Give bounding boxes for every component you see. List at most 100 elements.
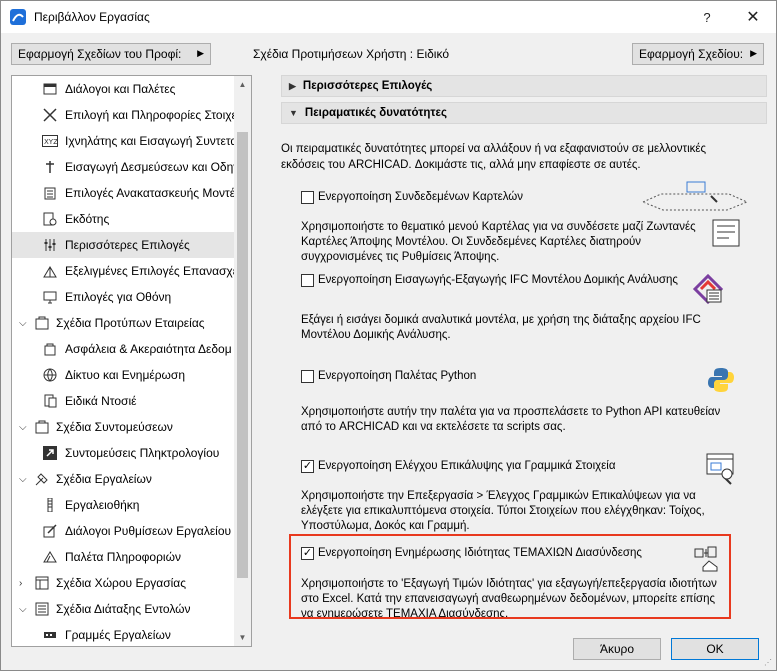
workspace-icon: [34, 575, 50, 591]
sidebar-scrollbar[interactable]: ▲ ▼: [234, 76, 251, 646]
linked-tabs-checkbox[interactable]: [301, 191, 314, 204]
sidebar-item-rebuild[interactable]: Επιλογές Ανακατασκευής Μοντέλ: [12, 180, 236, 206]
sidebar-item-label: Συντομεύσεις Πληκτρολογίου: [65, 446, 220, 460]
rebuild-icon: [42, 185, 58, 201]
sidebar-item-tracker[interactable]: XYZ Ιχνηλάτης και Εισαγωγή Συντεταγ: [12, 128, 236, 154]
chevron-right-icon: ▶: [750, 48, 757, 58]
screen-icon: [42, 289, 58, 305]
sidebar-item-toolbars[interactable]: Γραμμές Εργαλείων: [12, 622, 236, 646]
publisher-icon: [42, 211, 58, 227]
option-title: Ενεργοποίηση Παλέτας Python: [318, 370, 477, 382]
sidebar-item-redraw[interactable]: Εξελιγμένες Επιλογές Επανασχεδί: [12, 258, 236, 284]
more-options-icon: [42, 237, 58, 253]
sidebar-item-label: Ιχνηλάτης και Εισαγωγή Συντεταγ: [65, 134, 236, 148]
sidebar-item-workspace-schemes[interactable]: › Σχέδια Χώρου Εργασίας: [12, 570, 236, 596]
company-icon: [34, 315, 50, 331]
preferences-tree: Διάλογοι και Παλέτες Επιλογή και Πληροφο…: [11, 75, 252, 647]
sidebar-item-folders[interactable]: Ειδικά Ντοσιέ: [12, 388, 236, 414]
title-bar: Περιβάλλον Εργασίας ? ✕: [1, 1, 776, 33]
overlap-check-checkbox[interactable]: ✓: [301, 460, 314, 473]
sidebar-item-safety[interactable]: Ασφάλεια & Ακεραιότητα Δεδομ: [12, 336, 236, 362]
sidebar-item-label: Εκδότης: [65, 212, 110, 226]
chevron-down-icon[interactable]: ⌵: [19, 318, 27, 329]
archicad-app-icon: [10, 9, 26, 25]
ifc-structural-checkbox[interactable]: [301, 274, 314, 287]
sidebar-item-label: Επιλογές Ανακατασκευής Μοντέλ: [65, 186, 236, 200]
experimental-intro-text: Οι πειραματικές δυνατότητες μπορεί να αλ…: [281, 143, 707, 171]
sidebar-item-label: Σχέδια Συντομεύσεων: [56, 420, 173, 434]
toolbox-icon: [42, 497, 58, 513]
section-experimental-header[interactable]: ▼ Πειραματικές δυνατότητες: [281, 102, 767, 124]
scrollbar-thumb[interactable]: [237, 132, 248, 578]
section-more-options-header[interactable]: ▶ Περισσότερες Επιλογές: [281, 75, 767, 97]
sidebar-item-info-palette[interactable]: Παλέτα Πληροφοριών: [12, 544, 236, 570]
section-title: Περισσότερες Επιλογές: [302, 80, 433, 92]
apply-profile-schemes-label: Εφαρμογή Σχεδίων του Προφί:: [18, 47, 182, 61]
linked-tabs-icon: [641, 181, 749, 247]
sidebar-item-label: Ειδικά Ντοσιέ: [65, 394, 137, 408]
redraw-icon: [42, 263, 58, 279]
python-palette-checkbox[interactable]: [301, 370, 314, 383]
option-title: Ενεργοποίηση Εισαγωγής-Εξαγωγής IFC Μοντ…: [318, 274, 678, 286]
apply-scheme-button[interactable]: Εφαρμογή Σχεδίου: ▶: [632, 43, 764, 65]
apply-profile-schemes-button[interactable]: Εφαρμογή Σχεδίων του Προφί: ▶: [11, 43, 211, 65]
overlap-check-icon: [706, 453, 734, 485]
resize-grip-icon[interactable]: ⋰: [764, 658, 774, 668]
sidebar-item-label: Ασφάλεια & Ακεραιότητα Δεδομ: [65, 342, 232, 356]
palettes-icon: [42, 81, 58, 97]
keyboard-icon: [42, 445, 58, 461]
sidebar-item-label: Σχέδια Χώρου Εργασίας: [56, 576, 187, 590]
highlight-box: [289, 534, 731, 619]
chevron-down-icon[interactable]: ⌵: [19, 604, 27, 615]
sidebar-item-dialogs-palettes[interactable]: Διάλογοι και Παλέτες: [12, 76, 236, 102]
selection-icon: [42, 107, 58, 123]
chevron-right-icon: ▶: [289, 80, 296, 91]
sidebar-item-publisher[interactable]: Εκδότης: [12, 206, 236, 232]
sidebar-item-tool-settings[interactable]: Διάλογοι Ρυθμίσεων Εργαλείου: [12, 518, 236, 544]
sidebar-item-label: Διάλογοι και Παλέτες: [65, 82, 176, 96]
scroll-up-icon[interactable]: ▲: [234, 76, 251, 93]
sidebar-item-label: Εξελιγμένες Επιλογές Επανασχεδί: [65, 264, 236, 278]
toolbars-icon: [42, 627, 58, 643]
preferences-window: Περιβάλλον Εργασίας ? ✕ Εφαρμογή Σχεδίων…: [0, 0, 777, 671]
folder-icon: [42, 393, 58, 409]
option-title: Ενεργοποίηση Ελέγχου Επικάλυψης για Γραμ…: [318, 460, 616, 472]
tracker-icon: XYZ: [42, 133, 58, 149]
sidebar-item-guides[interactable]: Εισαγωγή Δεσμεύσεων και Οδηγ: [12, 154, 236, 180]
sidebar-item-label: Παλέτα Πληροφοριών: [65, 550, 181, 564]
chevron-down-icon[interactable]: ⌵: [19, 474, 27, 485]
sidebar-item-label: Γραμμές Εργαλείων: [65, 628, 171, 642]
info-palette-icon: [42, 549, 58, 565]
sidebar-item-label: Διάλογοι Ρυθμίσεων Εργαλείου: [65, 524, 232, 538]
option-description: Χρησιμοποιήστε αυτήν την παλέτα για να π…: [301, 406, 721, 433]
option-description: Εξάγει ή εισάγει δομικά αναλυτικά μοντέλ…: [301, 314, 701, 341]
ifc-icon: [692, 273, 724, 305]
sidebar-item-network[interactable]: Δίκτυο και Ενημέρωση: [12, 362, 236, 388]
cancel-button[interactable]: Άκυρο: [573, 638, 661, 660]
sidebar-item-label: Εισαγωγή Δεσμεύσεων και Οδηγ: [65, 160, 236, 174]
sidebar-item-keyboard-shortcuts[interactable]: Συντομεύσεις Πληκτρολογίου: [12, 440, 236, 466]
ok-button[interactable]: OK: [671, 638, 759, 660]
help-button[interactable]: ?: [684, 1, 730, 33]
sidebar-item-selection[interactable]: Επιλογή και Πληροφορίες Στοιχε: [12, 102, 236, 128]
sidebar-item-label: Επιλογή και Πληροφορίες Στοιχε: [65, 108, 236, 122]
sidebar-item-company-schemes[interactable]: ⌵ Σχέδια Προτύπων Εταιρείας: [12, 310, 236, 336]
network-icon: [42, 367, 58, 383]
close-button[interactable]: ✕: [730, 1, 776, 33]
sidebar-item-shortcut-schemes[interactable]: ⌵ Σχέδια Συντομεύσεων: [12, 414, 236, 440]
chevron-down-icon: ▼: [289, 108, 298, 118]
sidebar-item-label: Εργαλειοθήκη: [65, 498, 140, 512]
scroll-down-icon[interactable]: ▼: [234, 629, 251, 646]
sidebar-item-more-options[interactable]: Περισσότερες Επιλογές: [12, 232, 236, 258]
tool-settings-icon: [42, 523, 58, 539]
sidebar-item-screen[interactable]: Επιλογές για Οθόνη: [12, 284, 236, 310]
sidebar-item-toolbox[interactable]: Εργαλειοθήκη: [12, 492, 236, 518]
command-layout-icon: [34, 601, 50, 617]
chevron-right-icon: ▶: [197, 48, 204, 58]
sidebar-item-label: Δίκτυο και Ενημέρωση: [65, 368, 185, 382]
sidebar-item-label: Περισσότερες Επιλογές: [65, 238, 190, 252]
sidebar-item-tool-schemes[interactable]: ⌵ Σχέδια Εργαλείων: [12, 466, 236, 492]
chevron-down-icon[interactable]: ⌵: [19, 422, 27, 433]
sidebar-item-command-layout[interactable]: ⌵ Σχέδια Διάταξης Εντολών: [12, 596, 236, 622]
chevron-right-icon[interactable]: ›: [19, 578, 22, 589]
